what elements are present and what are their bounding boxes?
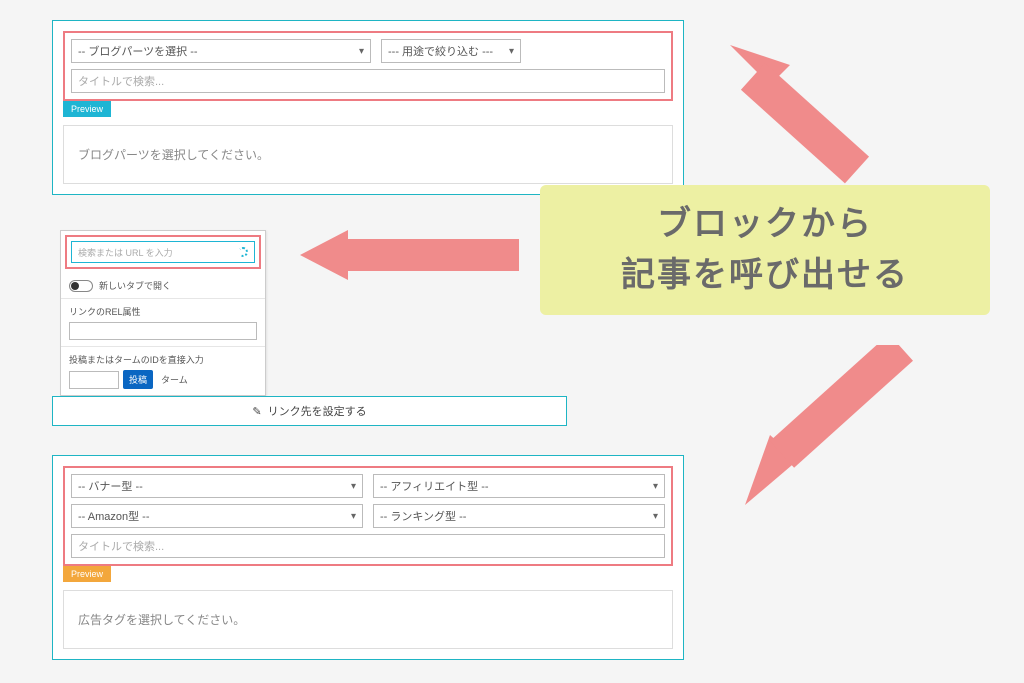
highlight-box-3: -- バナー型 -- ▾ -- アフィリエイト型 -- ▾ -- Amazon型… — [63, 466, 673, 566]
arrow-annotation-1 — [720, 35, 900, 185]
select-purpose-label: --- 用途で絞り込む --- — [388, 43, 493, 59]
new-tab-label: 新しいタブで開く — [99, 279, 171, 292]
title-search-placeholder: タイトルで検索... — [78, 73, 164, 89]
select-banner[interactable]: -- バナー型 -- ▾ — [71, 474, 363, 498]
select-ranking-label: -- ランキング型 -- — [380, 508, 466, 524]
id-input[interactable] — [69, 371, 119, 389]
loading-icon — [238, 247, 248, 257]
chevron-down-icon: ▾ — [509, 46, 514, 57]
link-settings-popup: 検索または URL を入力 新しいタブで開く リンクのREL属性 投稿またはター… — [60, 230, 266, 396]
select-affiliate-label: -- アフィリエイト型 -- — [380, 478, 489, 494]
title-search-input[interactable]: タイトルで検索... — [71, 69, 665, 93]
rel-input[interactable] — [69, 322, 257, 340]
url-search-placeholder: 検索または URL を入力 — [78, 246, 173, 259]
chevron-down-icon: ▾ — [351, 511, 356, 522]
highlight-box-1: -- ブログパーツを選択 -- ▾ --- 用途で絞り込む --- ▾ タイトル… — [63, 31, 673, 101]
chevron-down-icon: ▾ — [351, 481, 356, 492]
ad-tag-panel: -- バナー型 -- ▾ -- アフィリエイト型 -- ▾ -- Amazon型… — [52, 455, 684, 660]
new-tab-toggle[interactable] — [69, 280, 93, 292]
pencil-icon: ✎ — [252, 405, 261, 418]
preview-badge: Preview — [63, 101, 111, 117]
new-tab-toggle-row: 新しいタブで開く — [61, 273, 265, 299]
select-blog-parts-label: -- ブログパーツを選択 -- — [78, 43, 198, 59]
blog-parts-panel: -- ブログパーツを選択 -- ▾ --- 用途で絞り込む --- ▾ タイトル… — [52, 20, 684, 195]
set-link-button[interactable]: ✎ リンク先を設定する — [52, 396, 567, 426]
select-affiliate[interactable]: -- アフィリエイト型 -- ▾ — [373, 474, 665, 498]
set-link-label: リンク先を設定する — [268, 403, 367, 419]
callout-line-1: ブロックから — [657, 199, 873, 250]
rel-label: リンクのREL属性 — [69, 305, 257, 318]
select-row-2: -- Amazon型 -- ▾ -- ランキング型 -- ▾ — [71, 504, 665, 528]
select-amazon[interactable]: -- Amazon型 -- ▾ — [71, 504, 363, 528]
term-button[interactable]: ターム — [157, 370, 192, 389]
post-button[interactable]: 投稿 — [123, 370, 153, 389]
select-blog-parts[interactable]: -- ブログパーツを選択 -- ▾ — [71, 39, 371, 63]
select-row: -- ブログパーツを選択 -- ▾ --- 用途で絞り込む --- ▾ — [71, 39, 665, 63]
preview-message-2: 広告タグを選択してください。 — [78, 613, 245, 627]
id-label: 投稿またはタームのIDを直接入力 — [69, 353, 257, 366]
url-search-input[interactable]: 検索または URL を入力 — [71, 241, 255, 263]
preview-badge-2: Preview — [63, 566, 111, 582]
select-ranking[interactable]: -- ランキング型 -- ▾ — [373, 504, 665, 528]
preview-area: ブログパーツを選択してください。 — [63, 125, 673, 184]
chevron-down-icon: ▾ — [359, 46, 364, 57]
select-purpose-filter[interactable]: --- 用途で絞り込む --- ▾ — [381, 39, 521, 63]
chevron-down-icon: ▾ — [653, 481, 658, 492]
arrow-annotation-3 — [730, 345, 930, 525]
select-banner-label: -- バナー型 -- — [78, 478, 143, 494]
title-search-placeholder-2: タイトルで検索... — [78, 538, 164, 554]
id-controls: 投稿 ターム — [69, 370, 257, 389]
rel-attribute-section: リンクのREL属性 — [61, 299, 265, 347]
highlight-box-2: 検索または URL を入力 — [65, 235, 261, 269]
preview-message: ブログパーツを選択してください。 — [78, 148, 269, 162]
title-search-input-2[interactable]: タイトルで検索... — [71, 534, 665, 558]
id-input-section: 投稿またはタームのIDを直接入力 投稿 ターム — [61, 347, 265, 395]
arrow-annotation-2 — [300, 225, 520, 285]
select-row-1: -- バナー型 -- ▾ -- アフィリエイト型 -- ▾ — [71, 474, 665, 498]
callout-line-2: 記事を呼び出せる — [621, 250, 909, 301]
annotation-callout: ブロックから 記事を呼び出せる — [540, 185, 990, 315]
preview-area-2: 広告タグを選択してください。 — [63, 590, 673, 649]
chevron-down-icon: ▾ — [653, 511, 658, 522]
select-amazon-label: -- Amazon型 -- — [78, 508, 150, 524]
